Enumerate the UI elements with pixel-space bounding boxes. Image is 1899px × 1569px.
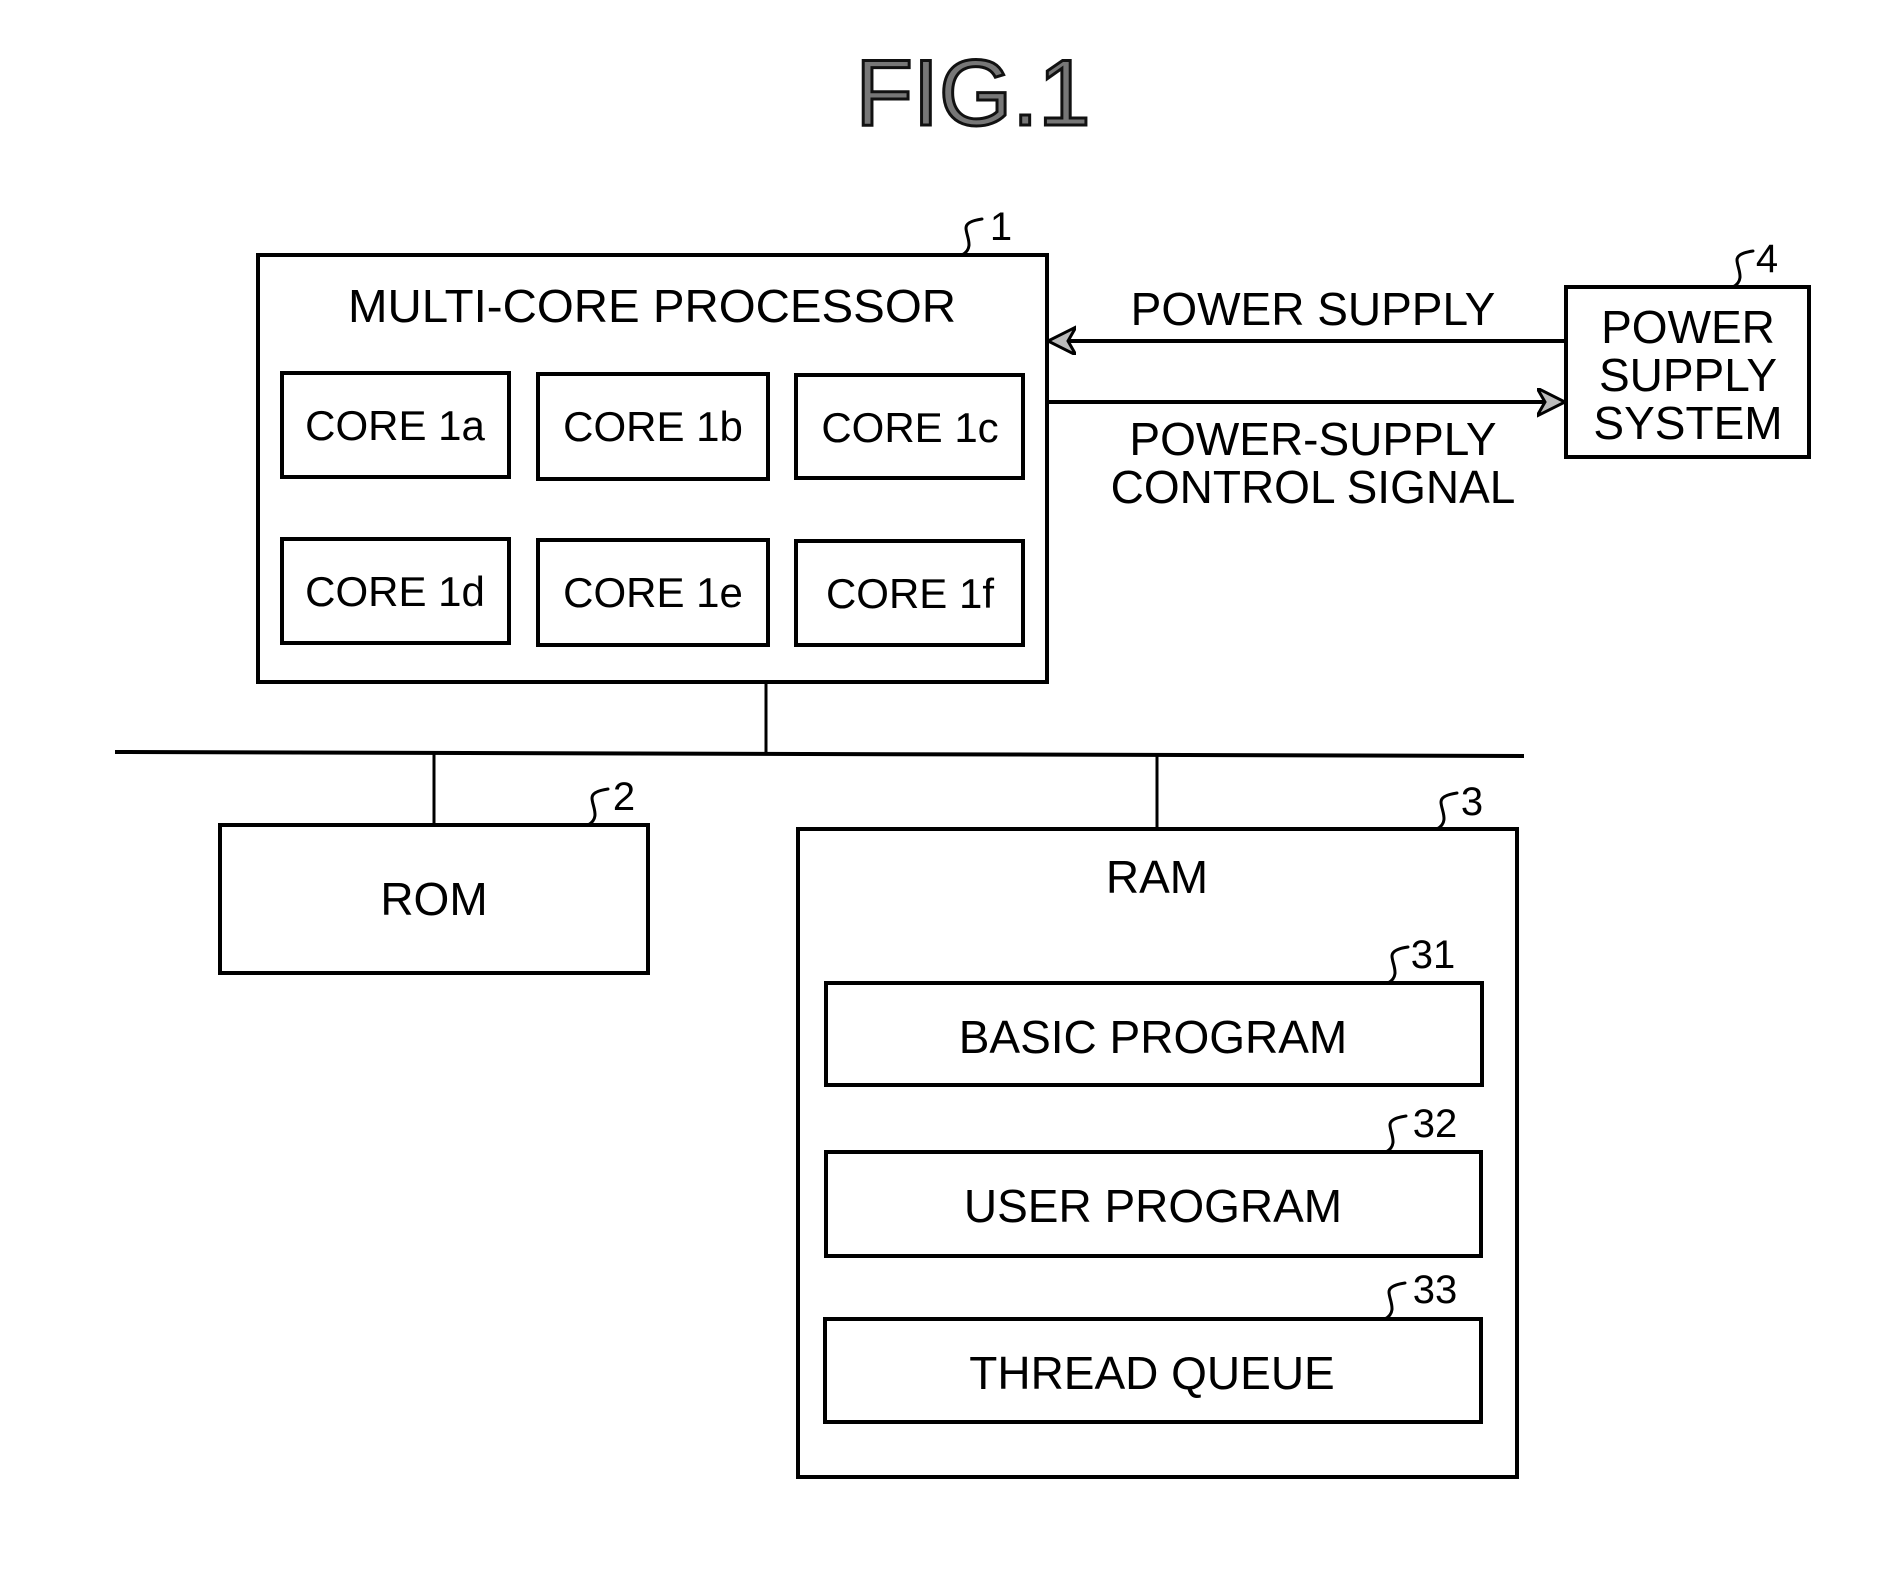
ram: RAM 3 BASIC PROGRAM 31 USER PROGRAM 32 T…	[796, 780, 1519, 1479]
control-signal-label-line-2: CONTROL SIGNAL	[1111, 461, 1516, 513]
ram-item-label: THREAD QUEUE	[969, 1347, 1334, 1399]
core-1b: CORE 1b	[536, 372, 770, 481]
ram-item-ref-number: 32	[1413, 1102, 1458, 1146]
ram-item-label: USER PROGRAM	[964, 1180, 1342, 1232]
power-supply-system-label-line-3: SYSTEM	[1593, 397, 1782, 449]
ref-leader-squiggle	[960, 217, 984, 257]
core-1f: CORE 1f	[794, 539, 1025, 647]
power-supply-system-ref-number: 4	[1756, 237, 1778, 281]
power-supply-label: POWER SUPPLY	[1131, 283, 1496, 335]
core-label: CORE 1e	[563, 569, 743, 616]
core-label: CORE 1c	[821, 404, 998, 451]
core-label: CORE 1d	[305, 568, 485, 615]
ref-leader-squiggle	[1435, 791, 1459, 831]
ram-item-ref-number: 31	[1411, 933, 1456, 977]
processor-ref-number: 1	[990, 205, 1012, 249]
ref-leader-squiggle	[1731, 249, 1755, 289]
ram-item-label: BASIC PROGRAM	[959, 1011, 1348, 1063]
core-label: CORE 1b	[563, 403, 743, 450]
rom-label: ROM	[380, 873, 487, 925]
core-label: CORE 1f	[826, 570, 994, 617]
core-1e: CORE 1e	[536, 538, 770, 647]
multi-core-processor: MULTI-CORE PROCESSOR 1 CORE 1a CORE 1b C…	[256, 205, 1049, 684]
power-supply-system: POWER SUPPLY SYSTEM 4	[1564, 237, 1811, 459]
power-supply-system-label-line-2: SUPPLY	[1599, 349, 1777, 401]
ram-ref-number: 3	[1461, 780, 1483, 824]
system-bus	[114, 750, 1525, 758]
core-1d: CORE 1d	[280, 537, 511, 645]
ram-label: RAM	[1106, 851, 1208, 903]
core-label: CORE 1a	[305, 402, 485, 449]
control-signal-label-line-1: POWER-SUPPLY	[1129, 413, 1496, 465]
ref-leader-squiggle	[586, 787, 610, 827]
core-1c: CORE 1c	[794, 373, 1025, 480]
block-diagram: FIG.1 MULTI-CORE PROCESSOR 1 CORE 1a COR…	[114, 39, 1811, 1479]
core-1a: CORE 1a	[280, 371, 511, 479]
ram-item-ref-number: 33	[1413, 1268, 1458, 1312]
power-supply-system-label-line-1: POWER	[1601, 301, 1775, 353]
figure-title: FIG.1	[855, 40, 1090, 145]
processor-label: MULTI-CORE PROCESSOR	[348, 280, 956, 332]
rom-ref-number: 2	[613, 775, 635, 819]
